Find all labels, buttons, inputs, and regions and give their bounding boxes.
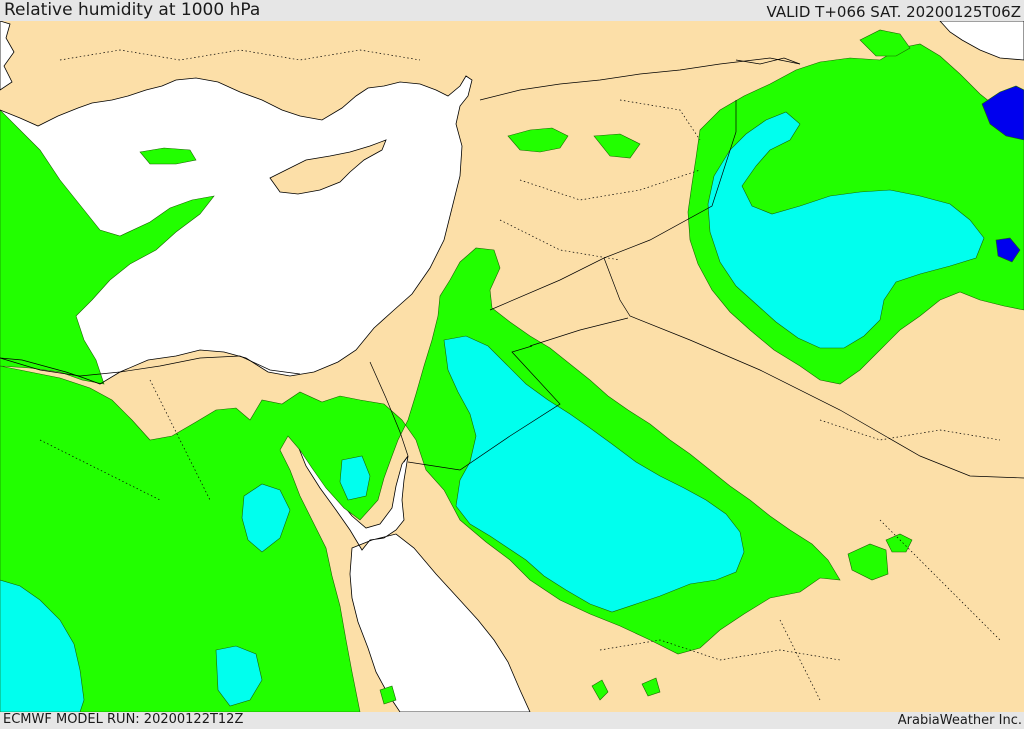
humidity-map xyxy=(0,21,1024,712)
header-bar: Relative humidity at 1000 hPa VALID T+06… xyxy=(0,0,1024,21)
valid-time-label: VALID T+066 SAT. 20200125T06Z xyxy=(766,3,1021,21)
footer-bar: ECMWF MODEL RUN: 20200122T12Z ArabiaWeat… xyxy=(0,712,1024,729)
humidity-cyprus-green xyxy=(139,147,197,165)
map-figure: Relative humidity at 1000 hPa VALID T+06… xyxy=(0,0,1024,729)
model-run-label: ECMWF MODEL RUN: 20200122T12Z xyxy=(3,712,244,727)
map-title: Relative humidity at 1000 hPa xyxy=(4,0,261,20)
credit-label: ArabiaWeather Inc. xyxy=(897,713,1022,728)
